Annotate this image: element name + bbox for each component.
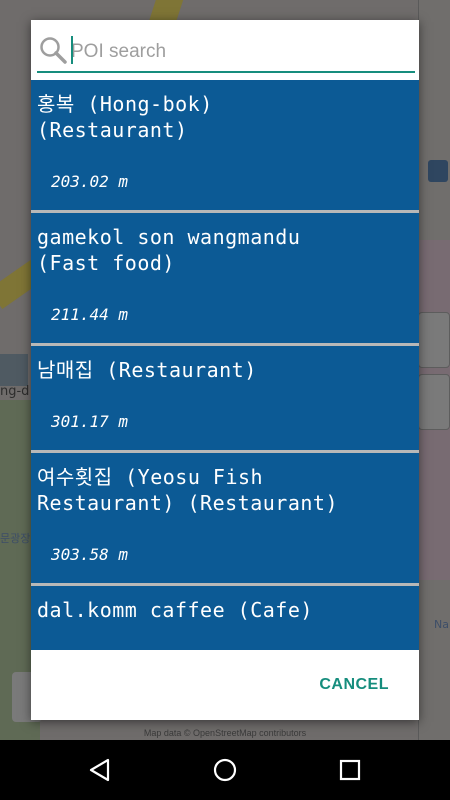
text-cursor xyxy=(71,36,73,64)
poi-name: 여수횟집 (Yeosu Fish Restaurant) (Restaurant… xyxy=(37,465,338,515)
map-street-label: ng-d xyxy=(0,384,30,399)
map-zoom-control[interactable] xyxy=(418,374,450,430)
recents-square-icon[interactable] xyxy=(339,759,361,781)
navigation-bar xyxy=(0,740,450,800)
back-triangle-icon[interactable] xyxy=(89,758,111,782)
poi-results-list[interactable]: 홍복 (Hong-bok) (Restaurant) 203.02 m game… xyxy=(31,80,419,650)
list-item[interactable]: 여수횟집 (Yeosu Fish Restaurant) (Restaurant… xyxy=(31,453,419,586)
map-place-label: Na xyxy=(434,618,449,631)
poi-name: dal.komm caffee (Cafe) xyxy=(37,598,313,622)
bus-stop-icon xyxy=(428,160,448,182)
poi-name: 남매집 (Restaurant) xyxy=(37,358,257,382)
list-item[interactable]: dal.komm caffee (Cafe) xyxy=(31,586,419,650)
poi-name: 홍복 (Hong-bok) (Restaurant) xyxy=(37,92,213,142)
search-icon xyxy=(40,37,67,64)
poi-distance: 301.17 m xyxy=(51,412,129,431)
poi-name: gamekol son wangmandu (Fast food) xyxy=(37,225,301,275)
search-bar xyxy=(31,20,419,80)
list-item[interactable]: gamekol son wangmandu (Fast food) 211.44… xyxy=(31,213,419,346)
poi-distance: 211.44 m xyxy=(51,305,129,324)
list-item[interactable]: 남매집 (Restaurant) 301.17 m xyxy=(31,346,419,453)
search-underline xyxy=(37,71,415,73)
list-item[interactable]: 홍복 (Hong-bok) (Restaurant) 203.02 m xyxy=(31,80,419,213)
cancel-button[interactable]: CANCEL xyxy=(319,676,389,694)
search-input[interactable] xyxy=(71,38,371,66)
map-layers-button[interactable] xyxy=(0,354,28,386)
poi-distance: 203.02 m xyxy=(51,172,129,191)
poi-search-dialog: 홍복 (Hong-bok) (Restaurant) 203.02 m game… xyxy=(31,20,419,720)
home-circle-icon[interactable] xyxy=(213,758,237,782)
map-zoom-control[interactable] xyxy=(418,312,450,368)
map-attribution: Map data © OpenStreetMap contributors xyxy=(143,728,307,738)
poi-distance: 303.58 m xyxy=(51,545,129,564)
map-place-label: 문광장 xyxy=(0,532,31,545)
dialog-footer: CANCEL xyxy=(31,650,419,720)
